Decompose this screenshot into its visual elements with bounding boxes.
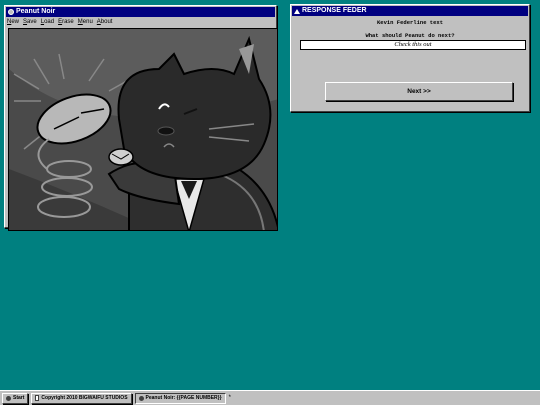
window-title: RESPONSE FEDER	[302, 7, 367, 14]
taskbar: Start Copyright 2010 BIGWAIFU STUDIOS Pe…	[0, 390, 540, 405]
document-icon	[35, 395, 40, 401]
comic-canvas[interactable]	[8, 28, 278, 231]
comic-illustration	[9, 29, 277, 230]
start-label: Start	[13, 394, 25, 401]
copyright-label: Copyright 2010 BIGWAIFU STUDIOS	[41, 394, 128, 401]
menu-erase[interactable]: Erase	[58, 18, 74, 27]
menu-bar: New Save Load Erase Menu About	[5, 18, 276, 27]
prompt-text: What should Peanut do next?	[365, 32, 455, 39]
menu-save[interactable]: Save	[23, 18, 37, 27]
window-title: Peanut Noir	[16, 8, 56, 15]
peanut-noir-titlebar[interactable]: Peanut Noir	[6, 7, 275, 17]
menu-about[interactable]: About	[97, 18, 113, 27]
app-icon	[8, 9, 14, 15]
copyright-task-button[interactable]: Copyright 2010 BIGWAIFU STUDIOS	[31, 392, 132, 404]
start-icon	[6, 395, 11, 401]
menu-new[interactable]: New	[7, 18, 19, 27]
response-input[interactable]: Check this out	[300, 40, 526, 50]
peanut-noir-window: Peanut Noir New Save Load Erase Menu Abo…	[4, 5, 278, 231]
taskbar-overflow: *	[228, 395, 231, 401]
header-text: Kevin Federline text	[376, 19, 443, 26]
peanut-noir-task-button[interactable]: Peanut Noir: {{PAGE NUMBER}}	[134, 392, 226, 404]
alert-icon	[294, 8, 300, 14]
response-feder-titlebar[interactable]: RESPONSE FEDER	[292, 6, 528, 16]
next-button[interactable]: Next >>	[325, 82, 513, 101]
menu-load[interactable]: Load	[41, 18, 54, 27]
response-feder-window: RESPONSE FEDER Kevin Federline text What…	[290, 4, 530, 112]
menu-menu[interactable]: Menu	[78, 18, 93, 27]
task-label: Peanut Noir: {{PAGE NUMBER}}	[145, 394, 222, 401]
start-button[interactable]: Start	[2, 392, 29, 404]
app-icon	[138, 395, 144, 401]
